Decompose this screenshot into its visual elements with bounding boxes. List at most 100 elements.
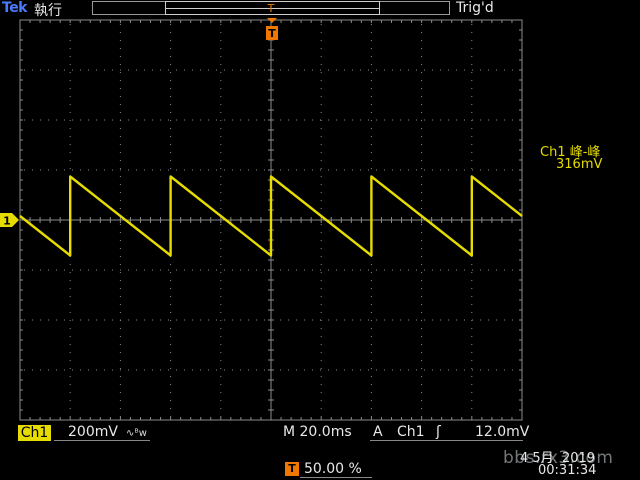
grid-dot [96,319,97,321]
grid-dot [80,69,81,71]
grid-dot [352,269,353,271]
grid-dot [220,112,222,113]
grid-dot [119,152,121,153]
grid-dot [220,96,222,97]
grid-dot [69,272,71,273]
grid-dot [232,369,233,371]
grid-dot [370,400,372,401]
grid-dot [56,269,57,271]
grid-dot [144,119,145,121]
grid-dot [448,119,449,121]
grid-dot [220,200,222,201]
grid-dot [421,80,423,81]
grid-dot [136,269,137,271]
grid-dot [170,368,172,369]
grid-dot [170,336,172,337]
grid-dot [421,72,423,73]
grid-dot [184,319,185,321]
grid-dot [69,344,71,345]
grid-dot [220,128,222,129]
grid-dot [370,168,372,169]
grid-dot [421,120,423,121]
grid-dot [421,56,423,57]
grid-dot [296,169,297,171]
grid-dot [170,32,172,33]
grid-dot [368,169,369,171]
grid-dot [120,369,121,371]
grid-dot [88,369,89,371]
grid-dot [288,369,289,371]
grid-dot [144,319,145,321]
grid-dot [80,169,81,171]
grid-dot [170,72,172,73]
grid-dot [119,392,121,393]
grid-dot [370,376,372,377]
grid-dot [392,69,393,71]
grid-dot [320,272,322,273]
grid-dot [220,264,222,265]
grid-dot [220,144,222,145]
grid-dot [320,248,322,249]
grid-dot [344,119,345,121]
grid-dot [480,119,481,121]
grid-dot [408,269,409,271]
grid-dot [119,384,121,385]
grid-dot [170,136,172,137]
grid-dot [220,312,222,313]
grid-dot [119,224,121,225]
grid-dot [104,269,105,271]
grid-dot [168,269,169,271]
grid-dot [370,320,372,321]
grid-dot [112,69,113,71]
grid-dot [471,32,473,33]
grid-dot [456,369,457,371]
grid-dot [200,119,201,121]
grid-dot [136,369,137,371]
grid-dot [24,319,25,321]
grid-dot [456,269,457,271]
grid-dot [119,144,121,145]
grid-dot [424,269,425,271]
grid-dot [104,369,105,371]
trigger-marker-icon[interactable]: T [265,18,279,44]
grid-dot [69,304,71,305]
trigger-mode: A [373,424,383,440]
grid-dot [69,80,71,81]
grid-dot [421,24,423,25]
grid-dot [32,319,33,321]
grid-dot [320,136,322,137]
grid-dot [440,69,441,71]
grid-dot [496,119,497,121]
grid-dot [320,112,322,113]
grid-dot [119,248,121,249]
grid-dot [370,392,372,393]
grid-dot [471,392,473,393]
grid-dot [176,169,177,171]
grid-dot [119,48,121,49]
grid-dot [448,169,449,171]
grid-dot [304,369,305,371]
grid-dot [472,269,473,271]
grid-dot [69,320,71,321]
grid-dot [176,319,177,321]
grid-dot [208,119,209,121]
grid-dot [320,384,322,385]
grid-dot [471,400,473,401]
grid-dot [232,169,233,171]
grid-dot [184,269,185,271]
grid-dot [421,312,423,313]
grid-dot [370,80,372,81]
ch1-tag[interactable]: Ch1 [18,425,51,441]
grid-dot [288,319,289,321]
grid-dot [69,112,71,113]
grid-dot [208,169,209,171]
grid-dot [464,69,465,71]
ch1-ground-marker-icon[interactable]: 1 [0,211,20,229]
grid-dot [220,176,222,177]
grid-dot [72,69,73,71]
grid-dot [170,56,172,57]
grid-dot [370,128,372,129]
grid-dot [40,69,41,71]
grid-dot [220,120,222,121]
grid-dot [471,96,473,97]
